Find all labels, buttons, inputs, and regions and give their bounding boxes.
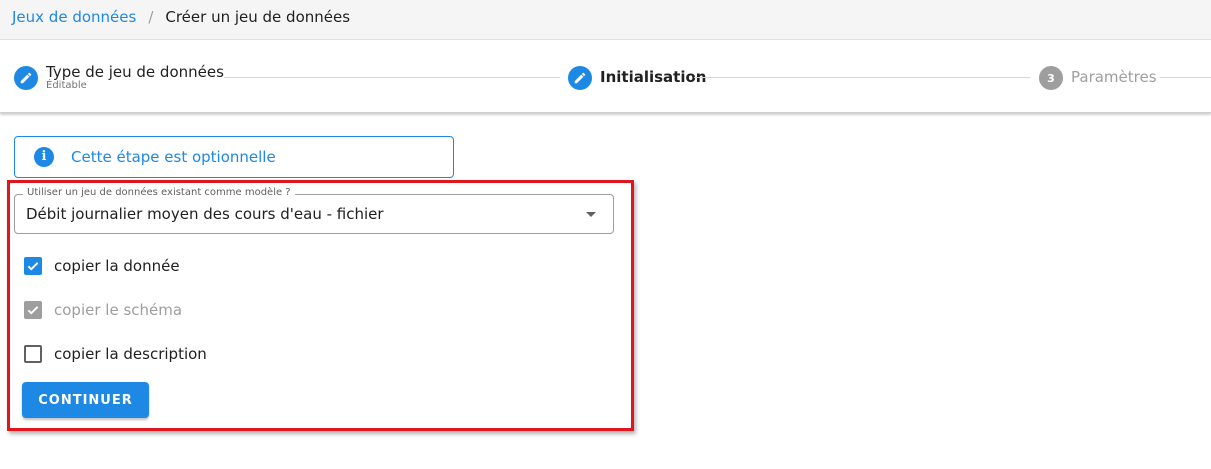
- stepper: Type de jeu de données Éditable Initiali…: [0, 40, 1211, 113]
- step-number-badge: 3: [1039, 66, 1063, 90]
- info-alert: i Cette étape est optionnelle: [14, 136, 454, 178]
- breadcrumb-bar: Jeux de données / Créer un jeu de données: [0, 0, 1211, 40]
- caret-down-icon: [586, 212, 596, 217]
- step-dataset-type[interactable]: Type de jeu de données Éditable: [14, 40, 224, 112]
- checkbox-checked-icon: [24, 257, 42, 275]
- template-dataset-select[interactable]: Utiliser un jeu de données existant comm…: [14, 187, 614, 234]
- breadcrumb-current: Créer un jeu de données: [165, 8, 351, 26]
- pencil-icon: [14, 66, 38, 90]
- breadcrumb-link-datasets[interactable]: Jeux de données: [12, 8, 136, 26]
- checkbox-label: copier la donnée: [54, 257, 180, 275]
- select-value: Débit journalier moyen des cours d'eau -…: [26, 205, 384, 223]
- step-divider: [694, 77, 1030, 78]
- step-divider: [1160, 77, 1211, 78]
- step-subtitle: Éditable: [46, 80, 87, 91]
- alert-text: Cette étape est optionnelle: [71, 148, 276, 166]
- step-title: Type de jeu de données: [46, 63, 224, 81]
- checkbox-checked-icon: [24, 301, 42, 319]
- step-title: Initialisation: [600, 68, 707, 86]
- step-title: Paramètres: [1071, 68, 1157, 86]
- pencil-icon: [568, 66, 592, 90]
- info-icon: i: [34, 147, 54, 167]
- checkbox-label: copier le schéma: [54, 301, 183, 319]
- breadcrumb: Jeux de données / Créer un jeu de données: [12, 7, 350, 27]
- step-parametres[interactable]: 3 Paramètres: [1039, 40, 1211, 112]
- checkbox-unchecked-icon: [24, 345, 42, 363]
- checkbox-label: copier la description: [54, 345, 207, 363]
- breadcrumb-separator: /: [148, 8, 154, 26]
- step-initialisation[interactable]: Initialisation: [568, 40, 706, 112]
- step-divider: [224, 77, 560, 78]
- select-label: Utiliser un jeu de données existant comm…: [23, 187, 295, 198]
- continue-button[interactable]: CONTINUER: [22, 382, 149, 418]
